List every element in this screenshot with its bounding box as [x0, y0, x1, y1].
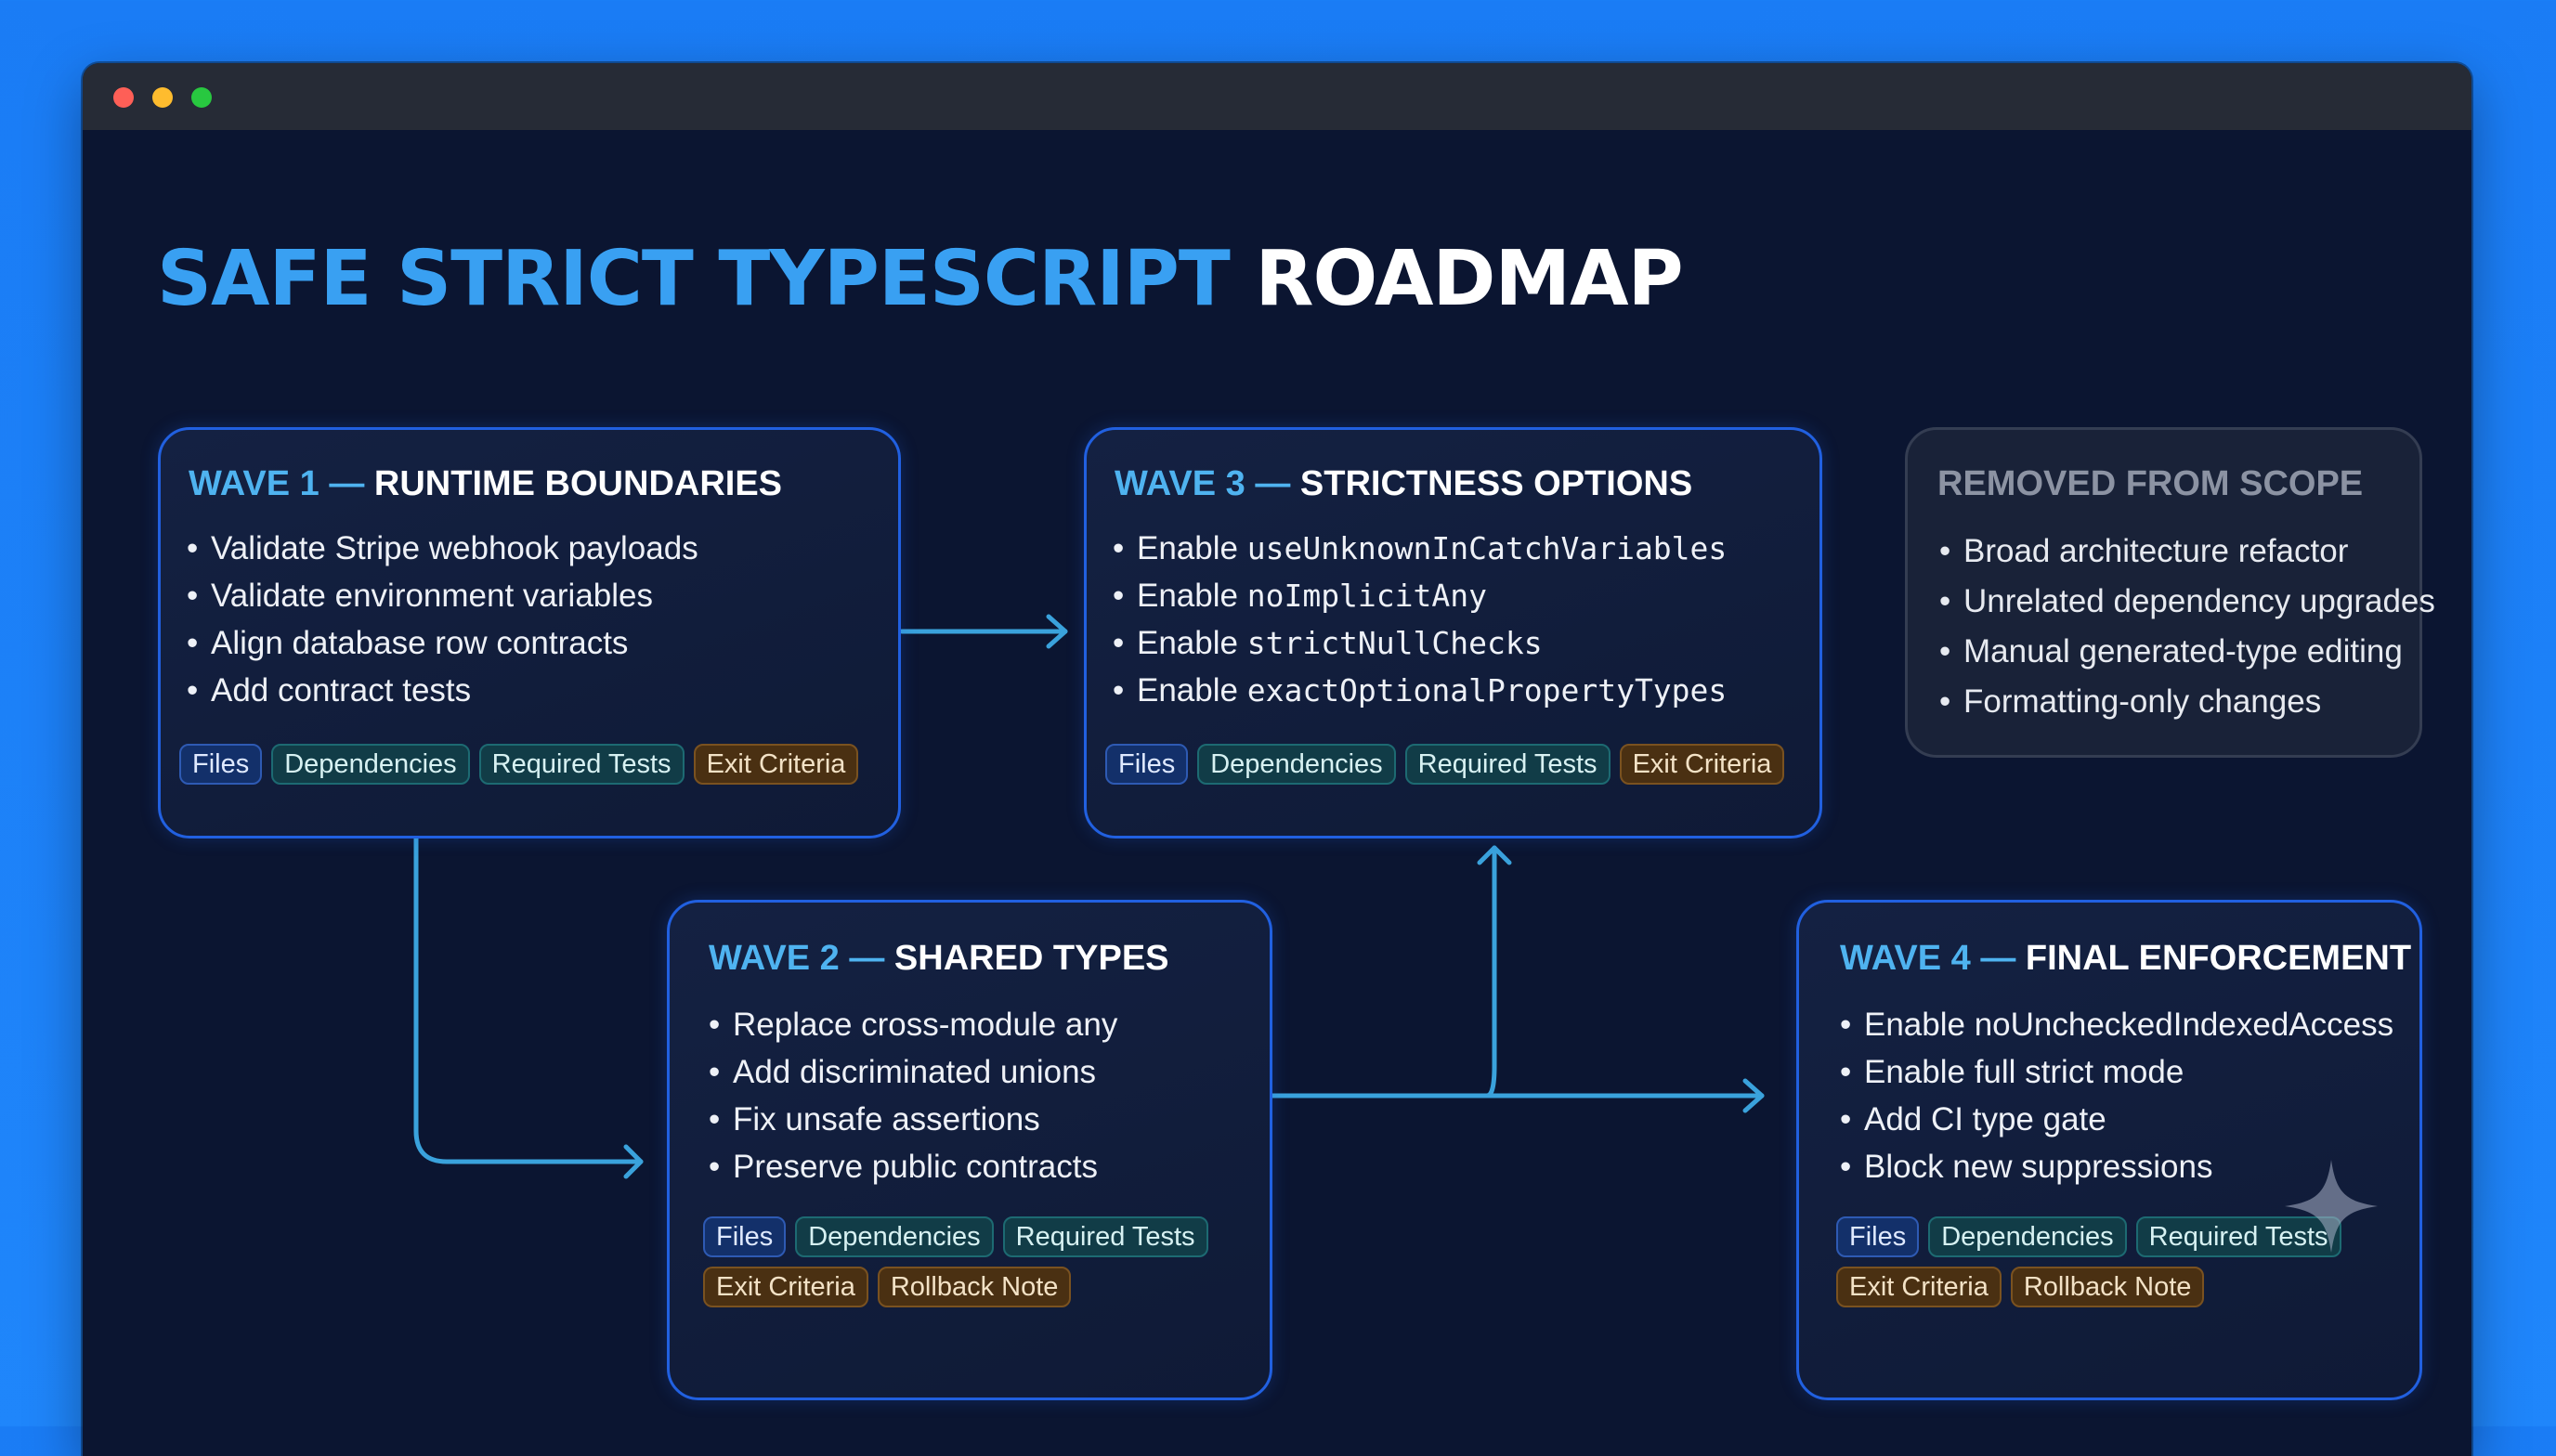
wave-1-dash: —	[329, 464, 365, 503]
option-name: exactOptionalPropertyTypes	[1246, 672, 1728, 708]
wave-3-title: WAVE 3 — STRICTNESS OPTIONS	[1115, 463, 1692, 504]
wave-2-name: SHARED TYPES	[893, 939, 1169, 978]
option-name: noImplicitAny	[1246, 578, 1487, 614]
wave-1-tags: Files Dependencies Required Tests Exit C…	[179, 744, 880, 785]
tag-files[interactable]: Files	[1105, 744, 1189, 785]
option-name: strictNullChecks	[1246, 625, 1543, 661]
wave-1-card: WAVE 1 — RUNTIME BOUNDARIES Validate Str…	[158, 427, 901, 838]
wave-4-number: WAVE 4	[1840, 939, 1971, 978]
tag-exit-criteria[interactable]: Exit Criteria	[703, 1267, 868, 1307]
list-item: Formatting-only changes	[1939, 677, 2435, 727]
wave-3-card: WAVE 3 — STRICTNESS OPTIONS Enable useUn…	[1084, 427, 1822, 838]
tag-files[interactable]: Files	[703, 1216, 787, 1257]
list-item: Add contract tests	[187, 667, 698, 714]
wave-4-dash: —	[1980, 939, 2016, 978]
list-item: Enable noImplicitAny	[1113, 572, 1727, 619]
tag-required-tests[interactable]: Required Tests	[1404, 744, 1611, 785]
sparkle-icon	[2285, 1160, 2378, 1253]
tag-exit-criteria[interactable]: Exit Criteria	[693, 744, 859, 785]
removed-title: REMOVED FROM SCOPE	[1937, 464, 2364, 503]
arrow-wave1-to-wave2	[413, 836, 644, 1164]
tag-rollback-note[interactable]: Rollback Note	[877, 1267, 1072, 1307]
removed-items: Broad architecture refactor Unrelated de…	[1939, 526, 2435, 727]
list-item-prefix: Enable	[1137, 625, 1238, 661]
tag-rollback-note[interactable]: Rollback Note	[2010, 1267, 2205, 1307]
wave-3-items: Enable useUnknownInCatchVariables Enable…	[1113, 525, 1727, 714]
list-item: Unrelated dependency upgrades	[1939, 577, 2435, 627]
wave-2-items: Replace cross-module any Add discriminat…	[709, 1001, 1117, 1190]
wave-2-card: WAVE 2 — SHARED TYPES Replace cross-modu…	[667, 900, 1272, 1400]
option-name: useUnknownInCatchVariables	[1246, 530, 1728, 566]
wave-2-title: WAVE 2 — SHARED TYPES	[709, 938, 1169, 979]
list-item: Enable full strict mode	[1840, 1048, 2393, 1096]
wave-1-number: WAVE 1	[189, 464, 320, 503]
removed-from-scope-card: REMOVED FROM SCOPE Broad architecture re…	[1905, 427, 2435, 758]
list-item: Replace cross-module any	[709, 1001, 1117, 1048]
wave-1-name: RUNTIME BOUNDARIES	[373, 464, 783, 503]
wave-2-tags: Files Dependencies Required Tests Exit C…	[703, 1216, 1242, 1307]
wave-4-name: FINAL ENFORCEMENT	[2025, 939, 2412, 978]
wave-4-title: WAVE 4 — FINAL ENFORCEMENT	[1840, 938, 2411, 979]
tag-dependencies[interactable]: Dependencies	[795, 1216, 994, 1257]
list-item: Enable exactOptionalPropertyTypes	[1113, 667, 1727, 714]
tag-dependencies[interactable]: Dependencies	[1197, 744, 1396, 785]
list-item-prefix: Enable	[1137, 672, 1238, 708]
list-item: Validate Stripe webhook payloads	[187, 525, 698, 572]
list-item-prefix: Enable	[1137, 530, 1238, 566]
list-item: Add CI type gate	[1840, 1096, 2393, 1143]
tag-required-tests[interactable]: Required Tests	[478, 744, 685, 785]
list-item: Enable noUncheckedIndexedAccess	[1840, 1001, 2393, 1048]
wave-3-name: STRICTNESS OPTIONS	[1299, 464, 1693, 503]
tag-required-tests[interactable]: Required Tests	[1002, 1216, 1208, 1257]
list-item: Add discriminated unions	[709, 1048, 1117, 1096]
tag-dependencies[interactable]: Dependencies	[1928, 1216, 2127, 1257]
arrow-wave2-to-wave3	[1484, 845, 1497, 1098]
wave-4-card: WAVE 4 — FINAL ENFORCEMENT Enable noUnch…	[1796, 900, 2422, 1400]
list-item: Validate environment variables	[187, 572, 698, 619]
list-item: Fix unsafe assertions	[709, 1096, 1117, 1143]
wave-3-number: WAVE 3	[1115, 464, 1245, 503]
wave-3-tags: Files Dependencies Required Tests Exit C…	[1105, 744, 1801, 785]
tag-files[interactable]: Files	[1836, 1216, 1920, 1257]
wave-3-dash: —	[1255, 464, 1291, 503]
tag-dependencies[interactable]: Dependencies	[271, 744, 470, 785]
tag-exit-criteria[interactable]: Exit Criteria	[1619, 744, 1785, 785]
wave-2-dash: —	[849, 939, 885, 978]
app-window: SAFE STRICT TYPESCRIPT ROADMAP WAVE 1 — …	[83, 63, 2471, 1456]
list-item: Enable useUnknownInCatchVariables	[1113, 525, 1727, 572]
list-item: Manual generated-type editing	[1939, 627, 2435, 677]
list-item: Broad architecture refactor	[1939, 526, 2435, 577]
list-item-prefix: Enable	[1137, 578, 1238, 614]
wave-1-title: WAVE 1 — RUNTIME BOUNDARIES	[189, 463, 782, 504]
tag-files[interactable]: Files	[179, 744, 263, 785]
list-item: Preserve public contracts	[709, 1143, 1117, 1190]
list-item: Align database row contracts	[187, 619, 698, 667]
wave-2-number: WAVE 2	[709, 939, 840, 978]
tag-exit-criteria[interactable]: Exit Criteria	[1836, 1267, 2002, 1307]
wave-1-items: Validate Stripe webhook payloads Validat…	[187, 525, 698, 714]
list-item: Enable strictNullChecks	[1113, 619, 1727, 667]
